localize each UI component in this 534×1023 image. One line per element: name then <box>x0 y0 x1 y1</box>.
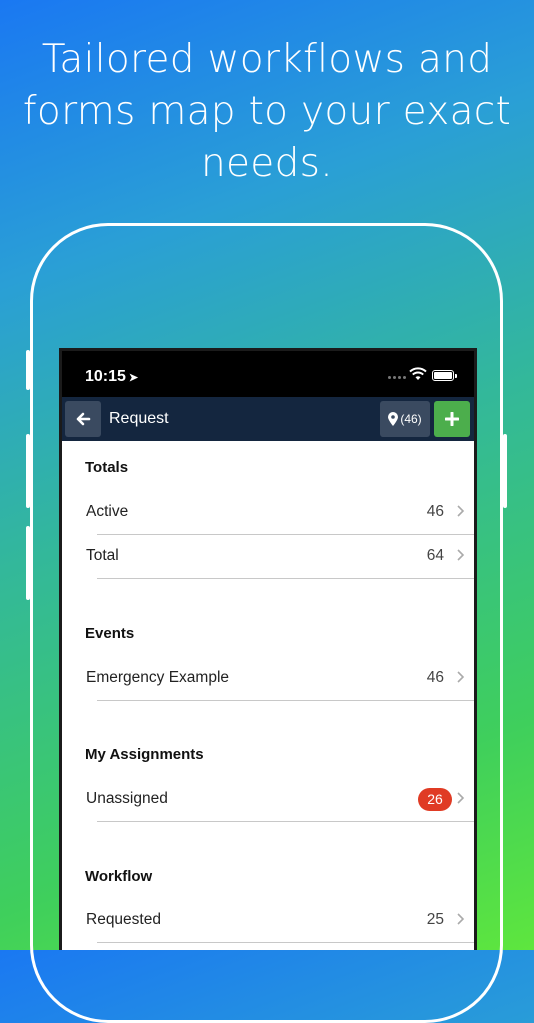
status-bar: 10:15 ➤ <box>62 351 474 397</box>
section-title-workflow: Workflow <box>85 868 153 885</box>
location-arrow-icon: ➤ <box>128 372 139 384</box>
status-time: 10:15 ➤ <box>85 368 138 386</box>
dashboard-content: Totals Active 46 Total 64 Events Emergen… <box>62 441 474 950</box>
cellular-signal-icon <box>388 376 406 379</box>
headline-line-1: Tailored workflows and <box>41 37 493 82</box>
row-divider <box>97 821 474 822</box>
chevron-right-icon <box>457 671 465 683</box>
add-button[interactable] <box>434 401 470 437</box>
headline-line-2: forms map to your exact <box>22 89 512 134</box>
app-screen: 10:15 ➤ Request (46) Totals Active 46 To… <box>59 348 477 950</box>
list-item-emergency-example[interactable]: Emergency Example 46 <box>62 657 474 701</box>
plus-icon <box>445 412 459 426</box>
list-item-total[interactable]: Total 64 <box>62 535 474 579</box>
nav-bar: Request (46) <box>62 397 474 441</box>
status-time-text: 10:15 <box>85 368 126 385</box>
list-item-requested[interactable]: Requested 25 <box>62 899 474 943</box>
battery-icon <box>432 370 457 381</box>
chevron-right-icon <box>457 913 465 925</box>
map-count: (46) <box>400 412 422 426</box>
marketing-headline: Tailored workflows and forms map to your… <box>0 34 534 190</box>
phone-mute-button <box>26 350 30 390</box>
phone-volume-up-button <box>26 434 30 508</box>
row-divider <box>97 578 474 579</box>
back-button[interactable] <box>65 401 101 437</box>
list-item-active[interactable]: Active 46 <box>62 491 474 535</box>
section-title-events: Events <box>85 625 135 642</box>
row-label: Requested <box>86 911 161 928</box>
row-count: 25 <box>426 911 444 928</box>
headline-line-3: needs. <box>201 141 333 186</box>
chevron-right-icon <box>457 549 465 561</box>
count-badge: 26 <box>418 788 452 811</box>
map-marker-icon <box>388 412 399 426</box>
section-title-totals: Totals <box>85 459 129 476</box>
page-title: Request <box>109 410 169 427</box>
arrow-left-icon <box>76 412 91 426</box>
phone-volume-down-button <box>26 526 30 600</box>
row-label: Active <box>86 503 129 520</box>
chevron-right-icon <box>457 505 465 517</box>
row-divider <box>97 700 474 701</box>
row-count: 64 <box>426 547 444 564</box>
row-count: 46 <box>426 669 444 686</box>
phone-power-button <box>503 434 507 508</box>
row-count: 46 <box>426 503 444 520</box>
row-label: Total <box>86 547 119 564</box>
section-title-my-assignments: My Assignments <box>85 746 204 763</box>
row-label: Unassigned <box>86 790 168 807</box>
row-divider <box>97 942 474 943</box>
wifi-icon <box>409 367 427 380</box>
chevron-right-icon <box>457 792 465 804</box>
list-item-unassigned[interactable]: Unassigned 26 <box>62 778 474 822</box>
row-label: Emergency Example <box>86 669 230 686</box>
map-button[interactable]: (46) <box>380 401 430 437</box>
